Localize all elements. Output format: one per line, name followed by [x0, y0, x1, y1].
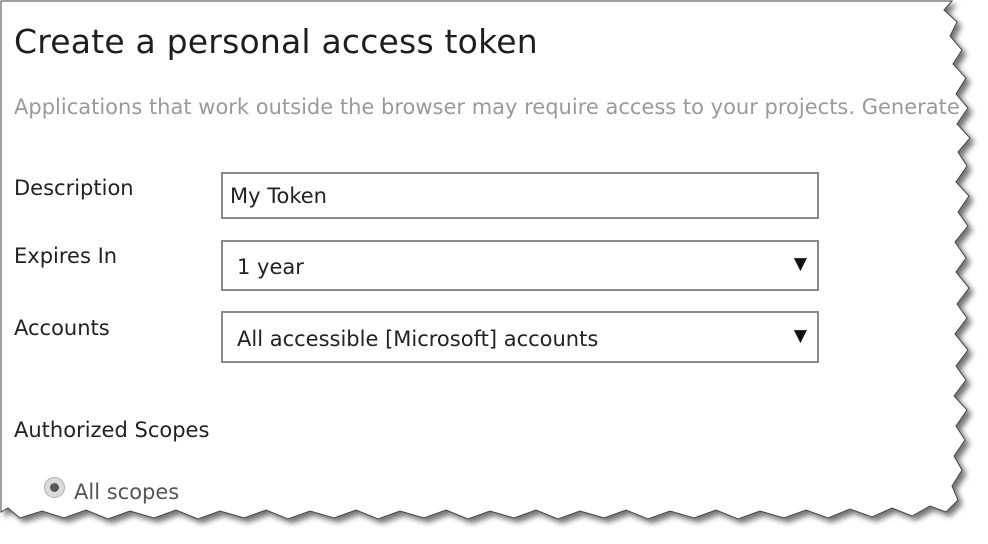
description-label: Description [14, 176, 134, 200]
scope-option-all[interactable]: All scopes [44, 470, 179, 504]
page-title: Create a personal access token [14, 22, 538, 61]
radio-selected-dot [50, 482, 59, 492]
accounts-select[interactable]: All accessible [Microsoft] accounts ▼ [221, 311, 819, 363]
page-description: Applications that work outside the brows… [14, 95, 960, 119]
token-form-panel: Create a personal access token Applicati… [0, 0, 960, 520]
expires-select-value: 1 year [237, 255, 304, 279]
expires-select[interactable]: 1 year ▼ [221, 240, 819, 291]
description-input[interactable]: My Token [221, 172, 819, 219]
description-input-value: My Token [230, 184, 327, 208]
expires-label: Expires In [14, 244, 118, 268]
chevron-down-icon: ▼ [793, 254, 807, 274]
chevron-down-icon: ▼ [793, 326, 807, 346]
scope-option-all-label: All scopes [74, 480, 180, 504]
authorized-scopes-heading: Authorized Scopes [14, 418, 210, 442]
radio-button[interactable] [44, 476, 65, 498]
screenshot-page: Create a personal access token Applicati… [0, 0, 988, 544]
accounts-select-value: All accessible [Microsoft] accounts [237, 327, 599, 351]
accounts-label: Accounts [14, 316, 110, 340]
